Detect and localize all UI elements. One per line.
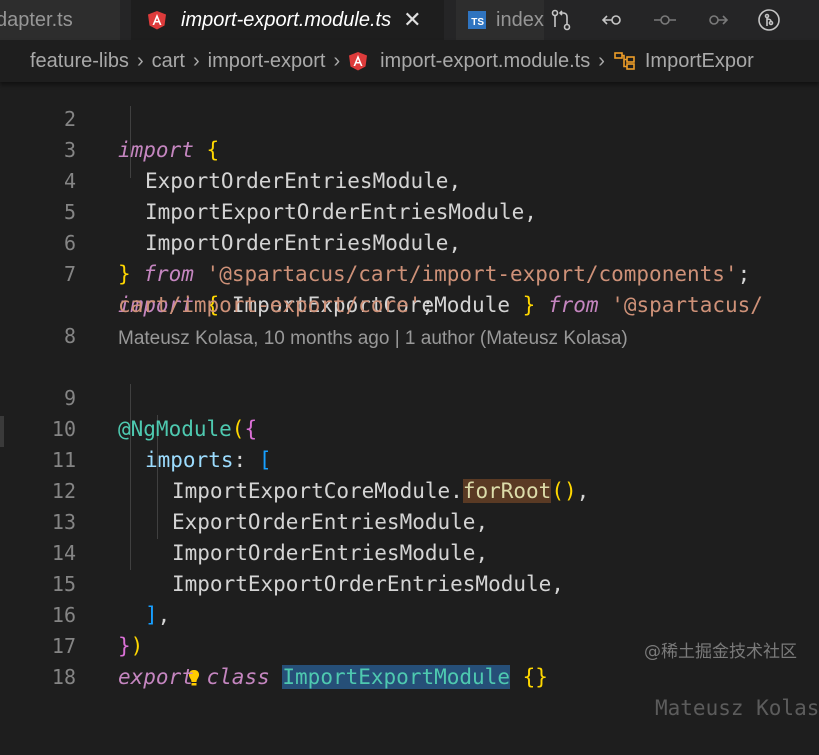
go-forward-icon[interactable] [704, 7, 730, 33]
code-lens-blame[interactable]: Mateusz Kolasa, 10 months ago | 1 author… [118, 326, 628, 352]
editor-actions [548, 0, 808, 40]
angular-icon [349, 52, 368, 71]
breadcrumb-item-feature-libs[interactable]: feature-libs [30, 50, 129, 73]
code-line: 12 ExportOrderEntriesModule, [0, 445, 819, 534]
keyword: export [118, 665, 194, 689]
tab-label: dapter.ts [0, 8, 73, 31]
close-icon[interactable]: ✕ [403, 7, 421, 33]
code-line: 6 } from '@spartacus/cart/import-export/… [0, 197, 819, 286]
source-control-icon[interactable] [548, 7, 574, 33]
code-line: 14 ImportExportOrderEntriesModule, [0, 507, 819, 596]
code-line: 10 imports: [ [0, 383, 819, 472]
braces: {} [522, 665, 548, 689]
tab-label: import-export.module.ts [181, 8, 392, 31]
code-line: 16 }) [0, 569, 819, 686]
go-back-icon[interactable] [600, 7, 626, 33]
breadcrumb-item-file[interactable]: import-export.module.ts [380, 50, 590, 73]
breadcrumb: feature-libs › cart › import-export › im… [0, 40, 819, 82]
class-symbol-icon [614, 52, 635, 70]
tab-import-export-module[interactable]: import-export.module.ts ✕ [131, 0, 444, 40]
code-editor[interactable]: 2 import { 3 ExportOrderEntriesModule, 4… [0, 82, 819, 720]
code-line: 5 ImportOrderEntriesModule, [0, 166, 819, 255]
code-line: 15 ], [0, 538, 819, 627]
typescript-icon: TS [468, 11, 486, 29]
chevron-right-icon: › [136, 49, 144, 72]
keyword: class [206, 665, 270, 689]
code-line: 17 export class ImportExportModule {} Ma… [0, 600, 819, 720]
code-line: 8 [0, 290, 819, 348]
code-line: 7 import { ImportExportCoreModule } from… [0, 228, 819, 317]
class-name: ImportExportModule [282, 665, 510, 689]
line-number: 18 [51, 665, 76, 689]
watermark: @稀土掘金技术社区 [644, 642, 797, 662]
tab-index[interactable]: TS index [456, 0, 544, 40]
tab-label: index [496, 8, 544, 31]
breadcrumb-item-import-export[interactable]: import-export [208, 50, 326, 73]
line-number: 8 [63, 324, 76, 348]
chevron-right-icon: › [192, 49, 200, 72]
code-line: 13 ImportOrderEntriesModule, [0, 476, 819, 565]
git-lens-icon[interactable] [756, 7, 782, 33]
code-line: 11 ImportExportCoreModule.forRoot(), [0, 414, 819, 503]
tab-adapter[interactable]: dapter.ts [0, 0, 120, 40]
code-line: 3 ExportOrderEntriesModule, [0, 104, 819, 193]
tab-bar: dapter.ts import-export.module.ts ✕ TS i… [0, 0, 819, 40]
chevron-right-icon: › [598, 49, 605, 72]
code-line: 4 ImportExportOrderEntriesModule, [0, 135, 819, 224]
code-line-wrapped: cart/import-export/core'; [0, 259, 819, 317]
angular-icon [148, 11, 166, 30]
breadcrumb-item-symbol[interactable]: ImportExpor [645, 50, 754, 73]
chevron-right-icon: › [333, 49, 341, 72]
breadcrumb-item-cart[interactable]: cart [152, 50, 185, 73]
inline-blame: Mateusz Kolas [655, 696, 819, 720]
code-line: 9 @NgModule({ [0, 352, 819, 441]
git-commit-icon[interactable] [652, 7, 678, 33]
